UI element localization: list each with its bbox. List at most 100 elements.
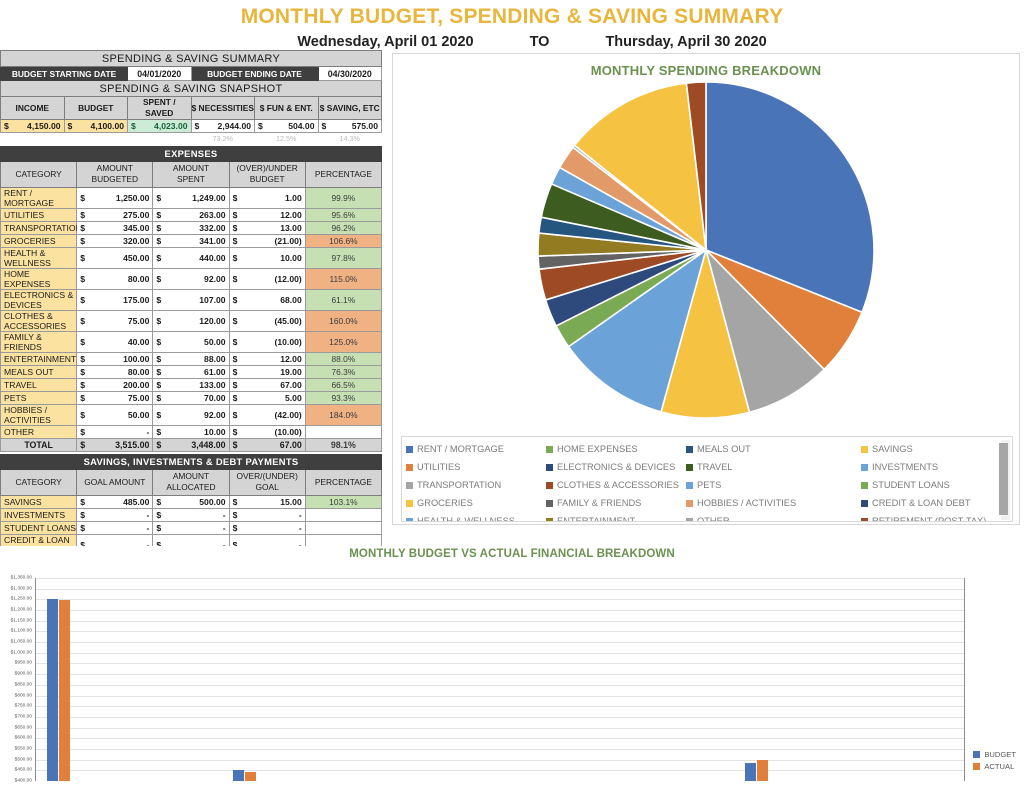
budgeted-cell[interactable]: $ - [76,424,154,439]
legend-item[interactable]: GROCERIES [406,494,546,512]
table-row[interactable]: OTHER $ - $10.00 $ (10.00) [0,424,383,439]
allocated-cell[interactable]: $ - [152,520,230,535]
spent-cell[interactable]: $61.00 [152,364,230,379]
budgeted-cell[interactable]: $320.00 [76,233,154,248]
category-cell[interactable]: HOBBIES / ACTIVITIES [0,403,78,426]
bar-legend-actual[interactable]: ACTUAL [973,760,1016,772]
snapshot-value-3[interactable]: $2,944.00 [190,119,255,133]
diff-cell[interactable]: $12.00 [228,207,306,222]
table-row[interactable]: PETS $75.00 $70.00 $5.00 93.3% [0,390,383,405]
legend-item[interactable]: CREDIT & LOAN DEBT [861,494,1012,512]
bar-actual[interactable] [756,759,768,781]
table-row[interactable]: FAMILY & FRIENDS $40.00 $50.00 $ (10.00) 125.… [0,330,383,353]
category-cell[interactable]: FAMILY & FRIENDS [0,330,78,353]
table-row[interactable]: SAVINGS $485.00 $500.00 $15.00 103.1% [0,494,383,509]
diff-cell[interactable]: $13.00 [228,220,306,235]
table-row[interactable]: STUDENT LOANS $ - $ - $ - [0,520,383,535]
spent-cell[interactable]: $440.00 [152,246,230,269]
category-cell[interactable]: TRAVEL [0,377,78,392]
snapshot-value-1[interactable]: $4,100.00 [63,119,128,133]
table-row[interactable]: GROCERIES $320.00 $341.00 $ (21.00) 106.6% [0,233,383,248]
pie-chart-plot[interactable] [536,80,876,420]
bar-budget[interactable] [47,599,59,781]
legend-item[interactable]: RETIREMENT (POST-TAX) [861,512,1012,521]
budgeted-cell[interactable]: $345.00 [76,220,154,235]
table-row[interactable]: HEALTH & WELLNESS $450.00 $440.00 $10.00 97.… [0,246,383,269]
budgeted-cell[interactable]: $175.00 [76,288,154,311]
snapshot-value-0[interactable]: $4,150.00 [0,119,65,133]
legend-item[interactable]: MEALS OUT [686,440,861,458]
budgeted-cell[interactable]: $80.00 [76,267,154,290]
bar-actual[interactable] [245,772,257,781]
bar-budget[interactable] [744,762,756,781]
category-cell[interactable]: INVESTMENTS [0,507,78,522]
category-cell[interactable]: ELECTRONICS & DEVICES [0,288,78,311]
legend-item[interactable]: STUDENT LOANS [861,476,1012,494]
budgeted-cell[interactable]: $100.00 [76,351,154,366]
budgeted-cell[interactable]: $75.00 [76,390,154,405]
bar-actual[interactable] [59,599,71,781]
spent-cell[interactable]: $341.00 [152,233,230,248]
diff-cell[interactable]: $19.00 [228,364,306,379]
bar-legend-budget[interactable]: BUDGET [973,748,1016,760]
budgeted-cell[interactable]: $1,250.00 [76,186,154,209]
spent-cell[interactable]: $107.00 [152,288,230,311]
budgeted-cell[interactable]: $40.00 [76,330,154,353]
legend-item[interactable]: RENT / MORTGAGE [406,440,546,458]
table-row[interactable]: ELECTRONICS & DEVICES $175.00 $107.00 $68.0… [0,288,383,311]
table-row[interactable]: UTILITIES $275.00 $263.00 $12.00 95.6% [0,207,383,222]
legend-item[interactable]: HOME EXPENSES [546,440,686,458]
spent-cell[interactable]: $263.00 [152,207,230,222]
budgeted-cell[interactable]: $200.00 [76,377,154,392]
table-row[interactable]: HOBBIES / ACTIVITIES $50.00 $92.00 $ (42.00)… [0,403,383,426]
legend-item[interactable]: UTILITIES [406,458,546,476]
pie-chart-svg[interactable] [536,80,876,420]
diff-cell[interactable]: $ (42.00) [228,403,306,426]
goal-cell[interactable]: $ - [76,520,154,535]
legend-item[interactable]: ENTERTAINMENT [546,512,686,521]
table-row[interactable]: TRAVEL $200.00 $133.00 $67.00 66.5% [0,377,383,392]
diff-cell[interactable]: $10.00 [228,246,306,269]
category-cell[interactable]: MEALS OUT [0,364,78,379]
diff-cell[interactable]: $12.00 [228,351,306,366]
spent-cell[interactable]: $88.00 [152,351,230,366]
legend-item[interactable]: TRANSPORTATION [406,476,546,494]
diff-cell[interactable]: $15.00 [228,494,306,509]
legend-item[interactable]: ELECTRONICS & DEVICES [546,458,686,476]
spent-cell[interactable]: $70.00 [152,390,230,405]
goal-cell[interactable]: $485.00 [76,494,154,509]
spent-cell[interactable]: $120.00 [152,309,230,332]
spent-cell[interactable]: $332.00 [152,220,230,235]
legend-item[interactable]: FAMILY & FRIENDS [546,494,686,512]
category-cell[interactable]: SAVINGS [0,494,78,509]
category-cell[interactable]: HOME EXPENSES [0,267,78,290]
spent-cell[interactable]: $50.00 [152,330,230,353]
table-row[interactable]: ENTERTAINMENT $100.00 $88.00 $12.00 88.0% [0,351,383,366]
legend-item[interactable]: OTHER [686,512,861,521]
budget-end-value[interactable]: 04/30/2020 [317,66,382,81]
budgeted-cell[interactable]: $450.00 [76,246,154,269]
category-cell[interactable]: OTHER [0,424,78,439]
category-cell[interactable]: PETS [0,390,78,405]
category-cell[interactable]: TRANSPORTATION [0,220,82,235]
diff-cell[interactable]: $ - [228,507,306,522]
snapshot-value-4[interactable]: $504.00 [254,119,319,133]
allocated-cell[interactable]: $500.00 [152,494,230,509]
diff-cell[interactable]: $5.00 [228,390,306,405]
legend-item[interactable]: SAVINGS [861,440,1012,458]
legend-item[interactable]: TRAVEL [686,458,861,476]
legend-item[interactable]: HEALTH & WELLNESS [406,512,546,521]
spent-cell[interactable]: $92.00 [152,267,230,290]
category-cell[interactable]: CLOTHES & ACCESSORIES [0,309,78,332]
table-row[interactable]: HOME EXPENSES $80.00 $92.00 $ (12.00) 115.0% [0,267,383,290]
diff-cell[interactable]: $ (45.00) [228,309,306,332]
category-cell[interactable]: RENT / MORTGAGE [0,186,78,209]
budget-start-value[interactable]: 04/01/2020 [127,66,192,81]
bar-chart-card[interactable]: MONTHLY BUDGET VS ACTUAL FINANCIAL BREAK… [0,546,1024,785]
pie-chart-card[interactable]: MONTHLY SPENDING BREAKDOWN RENT / MORTGA… [392,53,1020,525]
legend-item[interactable]: CLOTHES & ACCESSORIES [546,476,686,494]
diff-cell[interactable]: $ (10.00) [228,424,306,439]
table-row[interactable]: MEALS OUT $80.00 $61.00 $19.00 76.3% [0,364,383,379]
legend-item[interactable]: PETS [686,476,861,494]
spent-cell[interactable]: $133.00 [152,377,230,392]
